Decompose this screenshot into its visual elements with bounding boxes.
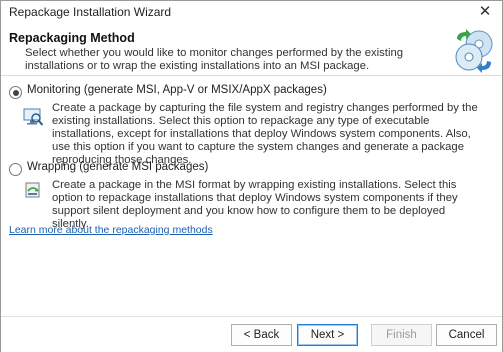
next-button[interactable]: Next >: [297, 324, 358, 346]
package-wrap-icon: [25, 182, 40, 198]
wizard-window: Repackage Installation Wizard ✕ Repackag…: [0, 0, 503, 352]
close-icon[interactable]: ✕: [468, 1, 502, 23]
monitor-magnifier-icon: [23, 108, 44, 126]
learn-more-link[interactable]: Learn more about the repackaging methods: [9, 224, 213, 236]
option-monitoring-label[interactable]: Monitoring (generate MSI, App-V or MSIX/…: [27, 84, 327, 96]
page-description: Select whether you would like to monitor…: [25, 47, 404, 72]
option-wrapping-label[interactable]: Wrapping (generate MSI packages): [27, 161, 208, 173]
page-title: Repackaging Method: [9, 31, 135, 45]
radio-wrapping[interactable]: [9, 163, 22, 176]
back-button[interactable]: < Back: [231, 324, 292, 346]
discs-cycle-icon: [455, 29, 493, 73]
cancel-button[interactable]: Cancel: [436, 324, 497, 346]
finish-button[interactable]: Finish: [371, 324, 432, 346]
radio-monitoring[interactable]: [9, 86, 22, 99]
options-area: Monitoring (generate MSI, App-V or MSIX/…: [1, 76, 502, 316]
title-bar: Repackage Installation Wizard ✕: [1, 1, 502, 23]
window-title: Repackage Installation Wizard: [9, 5, 172, 19]
button-bar: < Back Next > Finish Cancel: [1, 316, 502, 352]
wizard-header: Repackaging Method Select whether you wo…: [1, 23, 502, 76]
option-monitoring-description: Create a package by capturing the file s…: [52, 102, 478, 166]
